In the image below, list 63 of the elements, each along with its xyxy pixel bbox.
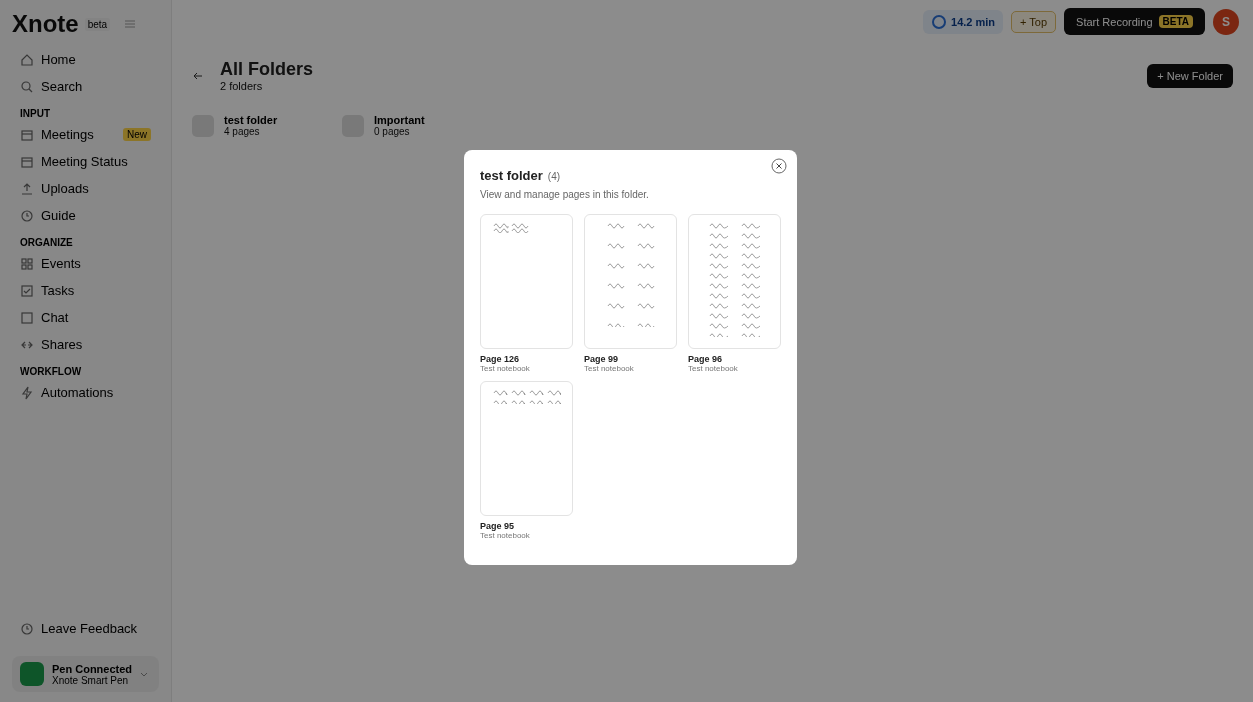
upload-icon: [20, 181, 34, 196]
folder-count: 0 pages: [374, 126, 410, 137]
sidebar-item[interactable]: Meeting Status: [12, 148, 159, 175]
start-recording-button[interactable]: Start Recording BETA: [1064, 8, 1205, 35]
usage-pill[interactable]: 14.2 min: [923, 9, 1004, 34]
notebook-name: Test notebook: [584, 364, 635, 373]
pen-status: Pen Connected: [52, 662, 133, 675]
section-heading: ORGANIZE: [20, 237, 74, 248]
sidebar-item[interactable]: Guide: [12, 202, 159, 229]
page-title: Page 95: [480, 521, 516, 531]
handwriting-drawing: [492, 388, 561, 404]
sidebar-item[interactable]: Events: [12, 250, 159, 277]
feedback-link[interactable]: Leave Feedback: [12, 615, 159, 642]
caret-icon: [140, 670, 149, 678]
sidebar-item[interactable]: Tasks: [12, 277, 159, 304]
avatar[interactable]: S: [1213, 8, 1239, 35]
page-title: Page 96: [688, 354, 724, 364]
new-folder-button[interactable]: + New Folder: [1147, 63, 1233, 88]
logo-badge: beta: [84, 17, 111, 31]
folder-name[interactable]: Important: [374, 114, 425, 126]
folder-count: 4 pages: [224, 126, 261, 137]
search-icon: [20, 79, 34, 94]
handwriting-drawing: [493, 221, 529, 233]
sidebar-item[interactable]: Meetings New: [12, 121, 159, 148]
page-thumbnail[interactable]: [584, 214, 677, 349]
square-icon: [20, 310, 34, 325]
dialog-description: View and manage pages in this folder.: [480, 189, 650, 200]
check-icon: [20, 283, 34, 298]
page-count: (4): [547, 171, 561, 182]
beta-badge: BETA: [1158, 15, 1193, 28]
home-icon: [20, 52, 34, 67]
section-heading: INPUT: [20, 108, 51, 119]
bolt-icon: [20, 385, 34, 400]
notebook-name: Test notebook: [480, 364, 531, 373]
section-heading: WORKFLOW: [20, 366, 83, 377]
close-icon[interactable]: [771, 158, 787, 174]
usage-text: 14.2 min: [951, 15, 996, 28]
page-title: Page 99: [584, 354, 620, 364]
sidebar-item[interactable]: Chat: [12, 304, 159, 331]
grid-icon: [20, 256, 34, 271]
page-thumbnail[interactable]: [480, 381, 573, 516]
pen-device: Xnote Smart Pen: [52, 674, 130, 686]
page-title: All Folders: [220, 59, 313, 80]
calendar-icon: [20, 154, 34, 169]
sidebar-item[interactable]: Uploads: [12, 175, 159, 202]
notebook-name: Test notebook: [480, 531, 531, 540]
page-subtitle: 2 folders: [220, 80, 264, 92]
folder-name[interactable]: test folder: [224, 114, 278, 126]
notebook-name: Test notebook: [688, 364, 739, 373]
sidebar-item[interactable]: Automations: [12, 379, 159, 406]
menu-icon[interactable]: [124, 18, 137, 30]
dialog-title: test folder: [480, 168, 543, 183]
pen-status-card[interactable]: Pen Connected Xnote Smart Pen: [12, 656, 159, 692]
new-badge: New: [123, 128, 151, 141]
top-up-button[interactable]: + Top: [1011, 10, 1057, 33]
calendar-icon: [20, 127, 34, 142]
sidebar-item[interactable]: Shares: [12, 331, 159, 358]
logo: Xnote: [12, 10, 79, 38]
page-thumbnail[interactable]: [480, 214, 573, 349]
page-thumbnail[interactable]: [688, 214, 781, 349]
sidebar-item[interactable]: Search: [12, 73, 159, 100]
sidebar-item[interactable]: Home: [12, 46, 159, 73]
page-title: Page 126: [480, 354, 521, 364]
